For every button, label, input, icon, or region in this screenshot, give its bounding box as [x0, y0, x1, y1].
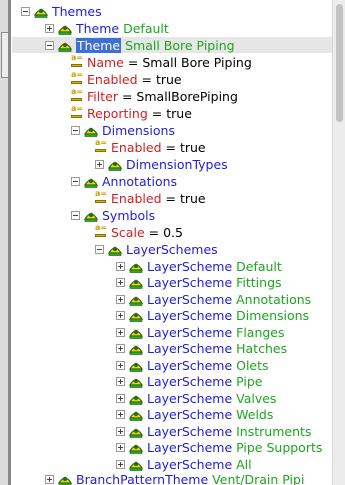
left-border: [8, 0, 11, 485]
node-icon: [129, 309, 143, 322]
tree-node-layerscheme[interactable]: LayerScheme Valves: [116, 390, 276, 406]
property-enabled[interactable]: a= Enabled = true: [71, 70, 182, 87]
expand-toggle[interactable]: [116, 393, 125, 403]
property-icon: a=: [95, 223, 107, 238]
node-value: Small Bore Piping: [125, 37, 235, 53]
expand-toggle[interactable]: [116, 410, 125, 420]
expand-toggle[interactable]: [116, 278, 125, 288]
node-icon: [129, 425, 143, 438]
tree-node-annotations[interactable]: Annotations: [71, 173, 177, 189]
property-filter[interactable]: a= Filter = SmallBorePiping: [71, 87, 238, 104]
node-icon: [84, 175, 98, 188]
property-reporting[interactable]: a= Reporting = true: [71, 104, 192, 121]
tree-node-layerscheme[interactable]: LayerScheme Flanges: [116, 324, 285, 340]
node-icon: [129, 342, 143, 355]
expand-toggle[interactable]: [116, 377, 125, 387]
collapse-toggle[interactable]: [71, 176, 80, 186]
property-scale[interactable]: a= Scale = 0.5: [95, 223, 183, 240]
node-icon: [84, 209, 98, 222]
node-icon: [58, 22, 72, 35]
property-annotations-enabled[interactable]: a= Enabled = true: [95, 189, 206, 206]
property-icon: a=: [71, 104, 83, 119]
tree-node-layerscheme[interactable]: LayerScheme Welds: [116, 407, 273, 423]
tree-node-layerscheme[interactable]: LayerScheme Pipe: [116, 374, 263, 390]
theme-tree[interactable]: Themes Theme Default Theme Small Bore Pi…: [12, 0, 333, 485]
scrollbar-thumb[interactable]: [336, 4, 343, 122]
tree-node-dimension-types[interactable]: DimensionTypes: [95, 156, 228, 172]
tree-node-layerscheme[interactable]: LayerScheme Pipe Supports: [116, 440, 322, 456]
node-icon: [129, 375, 143, 388]
node-icon: [129, 359, 143, 372]
expand-toggle[interactable]: [116, 360, 125, 370]
tree-node-layerscheme[interactable]: LayerScheme Dimensions: [116, 308, 309, 324]
collapse-toggle[interactable]: [71, 125, 80, 135]
expand-toggle[interactable]: [95, 159, 104, 169]
node-icon: [108, 243, 122, 256]
expand-toggle[interactable]: [45, 474, 54, 484]
tree-node-layerscheme[interactable]: LayerScheme Annotations: [116, 291, 311, 307]
tree-node-dimensions[interactable]: Dimensions: [71, 122, 175, 138]
collapse-toggle[interactable]: [95, 244, 104, 254]
node-icon: [108, 158, 122, 171]
tree-node-layerscheme[interactable]: LayerScheme Olets: [116, 357, 269, 373]
tree-node-theme-small-bore-piping[interactable]: Theme Small Bore Piping: [12, 37, 333, 54]
property-icon: a=: [71, 87, 83, 102]
node-icon: [129, 458, 143, 471]
node-icon: [129, 260, 143, 273]
node-label: Themes: [52, 3, 102, 19]
expand-toggle[interactable]: [116, 327, 125, 337]
property-icon: a=: [95, 138, 107, 153]
node-icon: [84, 124, 98, 137]
tree-node-themes[interactable]: Themes: [21, 3, 102, 19]
property-icon: a=: [71, 70, 83, 85]
tree-node-layerscheme[interactable]: LayerScheme Fittings: [116, 275, 282, 291]
tree-node-symbols[interactable]: Symbols: [71, 207, 155, 223]
tree-node-layerscheme[interactable]: LayerScheme All: [116, 456, 252, 472]
expand-toggle[interactable]: [116, 426, 125, 436]
property-dimensions-enabled[interactable]: a= Enabled = true: [95, 138, 206, 155]
property-icon: a=: [71, 53, 83, 68]
tree-node-layerscheme[interactable]: LayerScheme Hatches: [116, 341, 287, 357]
node-icon: [58, 39, 72, 52]
collapse-toggle[interactable]: [21, 6, 30, 16]
tree-node-layerscheme[interactable]: LayerScheme Instruments: [116, 423, 311, 439]
node-type: Theme: [76, 20, 120, 36]
expand-toggle[interactable]: [116, 443, 125, 453]
property-icon: a=: [95, 189, 107, 204]
node-value: Default: [123, 20, 169, 36]
tree-node-layerscheme[interactable]: LayerScheme Default: [116, 258, 282, 274]
tree-node-layer-schemes[interactable]: LayerSchemes: [95, 241, 218, 257]
expand-toggle[interactable]: [116, 261, 125, 271]
node-icon: [129, 392, 143, 405]
node-icon: [58, 473, 72, 485]
node-icon: [129, 293, 143, 306]
tree-node-branch-pattern-theme[interactable]: BranchPatternTheme Vent/Drain Pipi: [45, 471, 304, 485]
tree-node-theme-default[interactable]: Theme Default: [45, 20, 169, 36]
node-icon: [129, 326, 143, 339]
expand-toggle[interactable]: [116, 294, 125, 304]
collapse-toggle[interactable]: [45, 40, 54, 50]
node-icon: [129, 276, 143, 289]
expand-toggle[interactable]: [45, 23, 54, 33]
node-icon: [129, 441, 143, 454]
collapse-toggle[interactable]: [71, 210, 80, 220]
expand-toggle[interactable]: [116, 459, 125, 469]
expand-toggle[interactable]: [116, 344, 125, 354]
vertical-scrollbar[interactable]: [332, 0, 345, 485]
expand-toggle[interactable]: [116, 311, 125, 321]
node-icon: [34, 5, 48, 18]
node-type-selected: Theme: [76, 37, 122, 53]
property-name[interactable]: a= Name = Small Bore Piping: [71, 53, 252, 70]
node-icon: [129, 408, 143, 421]
